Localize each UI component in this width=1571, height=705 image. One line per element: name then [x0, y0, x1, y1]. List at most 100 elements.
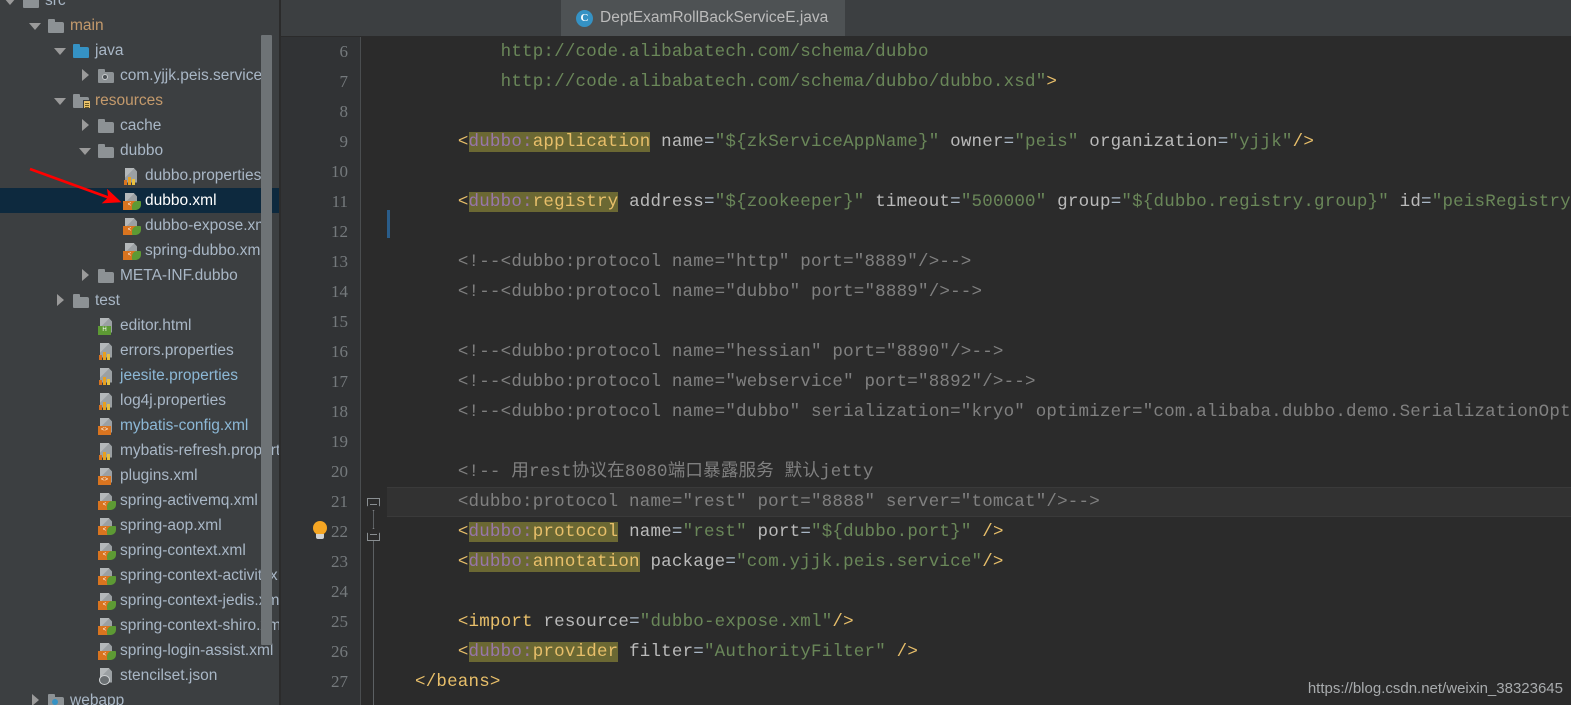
tree-item-mybatis-config-xml[interactable]: <> mybatis-config.xml — [0, 413, 281, 438]
tree-item-plugins-xml[interactable]: <> plugins.xml — [0, 463, 281, 488]
code-token: application — [532, 132, 651, 152]
chevron-right-icon[interactable] — [54, 294, 67, 307]
xml-file-icon: <> — [98, 418, 115, 435]
code-token: < — [457, 642, 469, 662]
folder-package-icon — [98, 68, 115, 84]
chevron-down-icon[interactable] — [54, 94, 67, 107]
tree-item-dubbo-xml[interactable]: < dubbo.xml — [0, 188, 281, 213]
tree-item-java[interactable]: java — [0, 38, 281, 63]
code-token: <!--<dubbo:protocol name="webservice" po… — [457, 372, 1036, 392]
code-line-20[interactable]: <!-- 用rest协议在8080端口暴露服务 默认jetty — [387, 457, 1571, 487]
project-tree-panel[interactable]: src main java com.yjjk.peis.service resource… — [0, 0, 281, 705]
tree-item-label: mybatis-refresh.propert — [120, 441, 281, 459]
properties-file-icon — [98, 343, 115, 360]
tree-item-spring-login-assist-xml[interactable]: < spring-login-assist.xml — [0, 638, 281, 663]
spring-xml-file-icon: < — [98, 568, 116, 585]
code-editor[interactable]: 6 7 8 9 10 11 12 13 14 15 16 17 18 19 20 21 22 23 24 25 26 27… — [281, 37, 1571, 705]
code-line-25[interactable]: <import resource="dubbo-expose.xml"/> — [387, 607, 1571, 637]
project-tree[interactable]: src main java com.yjjk.peis.service resource… — [0, 0, 281, 705]
code-token: < — [457, 132, 469, 152]
tree-item-meta-inf-dubbo[interactable]: META-INF.dubbo — [0, 263, 281, 288]
code-token: package — [650, 552, 726, 572]
code-line-22[interactable]: <dubbo:protocol name="rest" port="${dubb… — [387, 517, 1571, 547]
tree-item-spring-context-xml[interactable]: < spring-context.xml — [0, 538, 281, 563]
tree-item-dubbo-properties[interactable]: dubbo.properties — [0, 163, 281, 188]
code-line-11[interactable]: <dubbo:registry address="${zookeeper}" t… — [387, 187, 1571, 217]
code-line-14[interactable]: <!--<dubbo:protocol name="dubbo" port="8… — [387, 277, 1571, 307]
changed-line-marker — [387, 210, 390, 238]
code-line-24[interactable] — [387, 577, 1571, 607]
code-line-8[interactable] — [387, 97, 1571, 127]
line-number: 14 — [331, 282, 348, 301]
tree-item-resources[interactable]: resources — [0, 88, 281, 113]
chevron-right-icon[interactable] — [29, 694, 42, 705]
code-line-17[interactable]: <!--<dubbo:protocol name="webservice" po… — [387, 367, 1571, 397]
tree-item-spring-dubbo-xml[interactable]: < spring-dubbo.xml — [0, 238, 281, 263]
code-line-23[interactable]: <dubbo:annotation package="com.yjjk.peis… — [387, 547, 1571, 577]
code-text-area[interactable]: http://code.alibabatech.com/schema/dubbo… — [387, 37, 1571, 705]
code-token: http://code.alibabatech.com/schema/dubbo… — [500, 72, 1047, 92]
code-line-7[interactable]: http://code.alibabatech.com/schema/dubbo… — [387, 67, 1571, 97]
tree-item-spring-context-activiti-x[interactable]: < spring-context-activiti.x — [0, 563, 281, 588]
code-token: name — [629, 522, 672, 542]
code-token: <!--<dubbo:protocol name="http" port="88… — [457, 252, 972, 272]
tree-item-spring-aop-xml[interactable]: < spring-aop.xml — [0, 513, 281, 538]
tree-item-spring-context-shiro-xm[interactable]: < spring-context-shiro.xm — [0, 613, 281, 638]
tree-item-errors-properties[interactable]: errors.properties — [0, 338, 281, 363]
fold-expand-icon[interactable] — [367, 528, 380, 541]
editor-tab-active[interactable]: C DeptExamRollBackServiceE.java — [562, 0, 846, 36]
chevron-right-icon[interactable] — [79, 119, 92, 132]
folder-source-icon — [73, 43, 90, 59]
tree-item-mybatis-refresh-propert[interactable]: mybatis-refresh.propert — [0, 438, 281, 463]
code-folding-gutter[interactable] — [361, 37, 387, 705]
code-line-16[interactable]: <!--<dubbo:protocol name="hessian" port=… — [387, 337, 1571, 367]
code-line-12[interactable] — [387, 217, 1571, 247]
tree-item-spring-context-jedis-xm[interactable]: < spring-context-jedis.xm — [0, 588, 281, 613]
sidebar-vertical-scrollbar[interactable] — [261, 35, 272, 645]
fold-collapse-icon[interactable] — [367, 498, 380, 511]
code-line-21[interactable]: <dubbo:protocol name="rest" port="8888" … — [387, 487, 1571, 517]
code-line-18[interactable]: <!--<dubbo:protocol name="dubbo" seriali… — [387, 397, 1571, 427]
tab-bar-left-spacer — [281, 0, 562, 36]
chevron-down-icon[interactable] — [4, 0, 17, 7]
chevron-down-icon[interactable] — [29, 19, 42, 32]
code-token: = — [703, 132, 715, 152]
chevron-down-icon[interactable] — [79, 144, 92, 157]
code-line-9[interactable]: <dubbo:application name="${zkServiceAppN… — [387, 127, 1571, 157]
code-line-10[interactable] — [387, 157, 1571, 187]
tree-item-log4j-properties[interactable]: log4j.properties — [0, 388, 281, 413]
tree-item-cache[interactable]: cache — [0, 113, 281, 138]
code-line-19[interactable] — [387, 427, 1571, 457]
code-line-26[interactable]: <dubbo:provider filter="AuthorityFilter"… — [387, 637, 1571, 667]
line-number: 10 — [331, 162, 348, 181]
tree-item-stencilset-json[interactable]: stencilset.json — [0, 663, 281, 688]
line-number: 27 — [331, 672, 348, 691]
tree-item-test[interactable]: test — [0, 288, 281, 313]
code-token: id — [1399, 192, 1422, 212]
chevron-right-icon[interactable] — [79, 269, 92, 282]
intention-bulb-icon[interactable] — [311, 521, 329, 541]
tree-item-src[interactable]: src — [0, 0, 281, 13]
chevron-down-icon[interactable] — [54, 44, 67, 57]
code-token: < — [457, 552, 469, 572]
code-line-15[interactable] — [387, 307, 1571, 337]
code-lines[interactable]: http://code.alibabatech.com/schema/dubbo… — [387, 37, 1571, 697]
tree-item-com-yjjk-peis-service[interactable]: com.yjjk.peis.service — [0, 63, 281, 88]
code-token: dubbo: — [468, 132, 533, 152]
tree-item-jeesite-properties[interactable]: jeesite.properties — [0, 363, 281, 388]
tree-item-webapp[interactable]: webapp — [0, 688, 281, 705]
tree-item-dubbo[interactable]: dubbo — [0, 138, 281, 163]
chevron-right-icon[interactable] — [79, 69, 92, 82]
tree-item-dubbo-expose-xml[interactable]: < dubbo-expose.xml — [0, 213, 281, 238]
tree-item-main[interactable]: main — [0, 13, 281, 38]
code-line-6[interactable]: http://code.alibabatech.com/schema/dubbo — [387, 37, 1571, 67]
tree-item-spring-activemq-xml[interactable]: < spring-activemq.xml — [0, 488, 281, 513]
code-line-13[interactable]: <!--<dubbo:protocol name="http" port="88… — [387, 247, 1571, 277]
tree-item-editor-html[interactable]: Heditor.html — [0, 313, 281, 338]
editor-tab-bar: C DeptExamRollBackServiceE.java — [281, 0, 1571, 37]
